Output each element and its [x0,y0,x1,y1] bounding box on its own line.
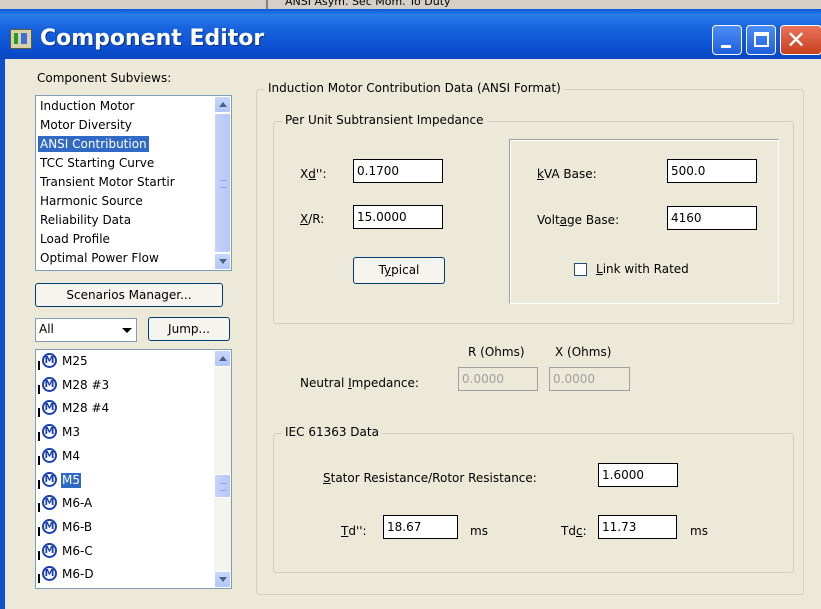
filter-select[interactable]: All [35,318,137,342]
component-label: M6-C [62,543,93,558]
component-list-item[interactable]: M M3 [36,423,212,443]
iec-group: IEC 61363 Data [273,425,794,573]
maximize-button[interactable] [746,25,776,55]
motor-icon: M [38,542,60,560]
td-label: Td'': [341,524,367,538]
motor-icon: M [38,424,60,442]
motor-icon: M [38,447,60,465]
link-with-rated-checkbox[interactable] [574,263,587,276]
scroll-thumb[interactable] [214,474,231,498]
voltage-base-input[interactable]: 4160 [667,206,757,230]
subview-item[interactable]: ANSI Contribution [38,136,149,152]
component-label: M3 [62,425,80,440]
component-list-item[interactable]: M M25 [36,352,212,372]
component-list-item[interactable]: M M28 #3 [36,376,212,396]
background-window-text: ANSI Asym. Sec Mom. To Duty [285,0,451,8]
motor-icon: M [38,495,60,513]
tdc-unit: ms [690,524,708,538]
component-list-item[interactable]: M M4 [36,447,212,467]
close-icon: ✕ [786,26,807,54]
maximize-icon [754,32,769,47]
component-list-item[interactable]: M M6-C [36,542,212,562]
kva-base-label: kVA Base: [537,167,597,181]
motor-icon: M [38,471,60,489]
subview-item[interactable]: Induction Motor [38,98,136,114]
motor-icon: M [38,518,60,536]
motor-icon: M [38,566,60,584]
scroll-up-button[interactable] [214,96,231,113]
filter-value: All [39,322,54,336]
minimize-button[interactable] [712,25,742,55]
scroll-thumb[interactable] [214,113,231,253]
scenarios-manager-button[interactable]: Scenarios Manager... [35,283,223,307]
td-unit: ms [470,524,488,538]
component-label: M5 [61,472,81,488]
x-ohms-header: X (Ohms) [555,345,612,359]
component-list-item[interactable]: M M28 #4 [36,399,212,419]
component-label: M6-A [62,496,93,511]
subviews-listbox[interactable]: Induction Motor Motor Diversity ANSI Contr… [35,95,232,271]
scroll-down-button[interactable] [214,253,231,270]
tdc-input[interactable]: 11.73 [598,515,677,539]
component-list-item[interactable]: M M6-A [36,494,212,514]
scroll-down-button[interactable] [214,571,231,588]
scroll-up-button[interactable] [214,350,231,367]
component-label: M6-D [62,567,94,582]
jump-button[interactable]: Jump... [148,317,230,341]
motor-icon: M [38,376,60,394]
link-with-rated-label: Link with Rated [596,262,689,276]
xd-input[interactable]: 0.1700 [353,159,443,183]
component-label: M4 [62,448,80,463]
neutral-x-input[interactable]: 0.0000 [549,367,630,391]
subview-item[interactable]: Reliability Data [38,212,133,228]
iec-group-title: IEC 61363 Data [282,425,382,439]
stator-rotor-input[interactable]: 1.6000 [598,463,678,487]
xd-label: Xd'': [300,167,327,181]
neutral-impedance-label: Neutral Impedance: [300,376,419,390]
subview-item[interactable]: TCC Starting Curve [38,155,156,171]
neutral-r-input[interactable]: 0.0000 [458,367,538,391]
component-list-item[interactable]: M M6-B [36,518,212,538]
subview-item[interactable]: Harmonic Source [38,193,145,209]
background-window-strip: ANSI Asym. Sec Mom. To Duty [0,0,821,9]
group-title: Induction Motor Contribution Data (ANSI … [265,81,564,95]
kva-base-input[interactable]: 500.0 [667,159,757,183]
title-bar[interactable]: Component Editor ✕ [0,9,821,59]
subviews-scrollbar[interactable] [214,96,231,270]
minimize-icon [721,45,731,48]
voltage-base-label: Voltage Base: [537,213,620,227]
separator [266,0,268,9]
td-input[interactable]: 18.67 [383,515,458,539]
xr-input[interactable]: 15.0000 [353,205,443,229]
impedance-group-title: Per Unit Subtransient Impedance [282,113,487,127]
tdc-label: Tdc: [561,524,587,538]
component-label: M28 #4 [62,401,110,416]
xr-label: X/R: [300,212,325,226]
window-frame-left [0,59,5,609]
component-label: M6-B [62,519,93,534]
subviews-label: Component Subviews: [37,71,172,85]
window-title: Component Editor [40,26,265,51]
motor-icon: M [38,353,60,370]
close-button[interactable]: ✕ [780,25,821,55]
component-list-item[interactable]: M M6-D [36,565,212,585]
app-icon [10,29,32,49]
r-ohms-header: R (Ohms) [468,345,525,359]
component-list-item[interactable]: M M5 [36,471,212,491]
components-scrollbar[interactable] [214,350,231,588]
subview-item[interactable]: Optimal Power Flow [38,250,161,266]
component-label: M28 #3 [62,377,110,392]
typical-button[interactable]: Typical [353,257,445,284]
subview-item[interactable]: Motor Diversity [38,117,134,133]
motor-icon: M [38,400,60,418]
subview-item[interactable]: Load Profile [38,231,112,247]
subview-item[interactable]: Transient Motor Startir [38,174,177,190]
components-listbox[interactable]: M M25 M M28 #3 M M28 #4 M M3 M M4 M M5 M M6-A M M6-B M M6… [35,349,232,589]
component-label: M25 [62,354,88,368]
stator-rotor-label: Stator Resistance/Rotor Resistance: [323,471,537,485]
chevron-down-icon[interactable] [118,320,135,339]
